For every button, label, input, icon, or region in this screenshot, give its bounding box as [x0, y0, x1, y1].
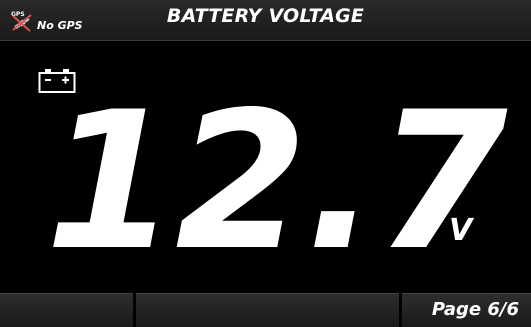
softkey-1[interactable]: [0, 293, 133, 327]
battery-voltage-value: 12.7: [45, 71, 508, 292]
page-title: BATTERY VOLTAGE: [166, 5, 365, 27]
page-indicator: Page 6/6: [431, 299, 519, 320]
softkey-bar: Page 6/6: [0, 293, 531, 327]
page-softkey[interactable]: Page 6/6: [402, 293, 531, 327]
title-bar: GPS No GPS BATTERY VOLTAGE: [0, 0, 531, 41]
softkey-2[interactable]: [136, 293, 399, 327]
voltage-unit: V: [449, 213, 473, 248]
